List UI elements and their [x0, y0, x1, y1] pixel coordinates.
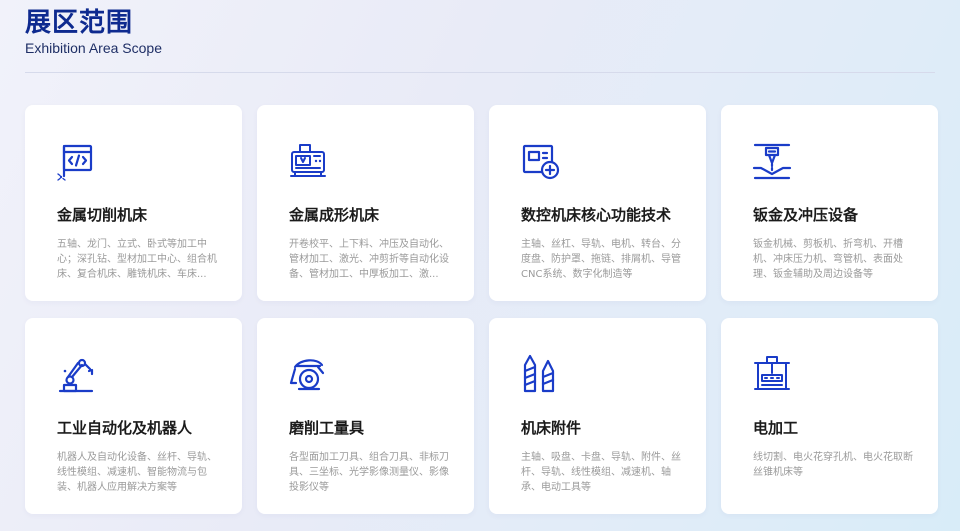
grinder-icon — [287, 353, 329, 395]
card-title: 金属切削机床 — [57, 206, 148, 224]
header-divider — [25, 72, 935, 73]
robot-arm-icon — [55, 353, 97, 395]
card-description: 主轴、吸盘、卡盘、导轨、附件、丝杆、导轨、线性模组、减速机、轴承、电动工具等 — [521, 452, 681, 493]
area-card-sheet-metal[interactable]: 钣金及冲压设备 钣金机械、剪板机、折弯机、开槽机、冲床压力机、弯管机、表面处理、… — [721, 105, 938, 301]
card-description: 主轴、丝杠、导轨、电机、转台、分度盘、防护罩、拖链、排屑机、导管CNC系统、数字… — [521, 239, 681, 280]
card-title: 电加工 — [753, 419, 799, 437]
card-description: 机器人及自动化设备、丝杆、导轨、线性模组、减速机、智能物流与包装、机器人应用解决… — [57, 452, 217, 493]
control-panel-icon — [519, 140, 561, 182]
card-title: 机床附件 — [521, 419, 582, 437]
cnc-machine-icon — [287, 140, 329, 182]
page-subtitle: Exhibition Area Scope — [25, 40, 162, 56]
area-card-grinding-tools[interactable]: 磨削工量具 各型面加工刀具、组合刀具、非标刀具、三坐标、光学影像测量仪、影像投影… — [257, 318, 474, 514]
page-title: 展区范围 — [25, 8, 134, 38]
drill-bit-icon — [519, 353, 561, 395]
card-title: 金属成形机床 — [289, 206, 380, 224]
card-description: 线切割、电火花穿孔机、电火花取断丝锥机床等 — [753, 452, 913, 478]
card-title: 磨削工量具 — [289, 419, 365, 437]
area-card-cnc-core-tech[interactable]: 数控机床核心功能技术 主轴、丝杠、导轨、电机、转台、分度盘、防护罩、拖链、排屑机… — [489, 105, 706, 301]
press-icon — [751, 140, 793, 182]
card-title: 钣金及冲压设备 — [753, 206, 859, 224]
card-description: 各型面加工刀具、组合刀具、非标刀具、三坐标、光学影像测量仪、影像投影仪等 — [289, 452, 449, 493]
area-card-machine-accessories[interactable]: 机床附件 主轴、吸盘、卡盘、导轨、附件、丝杆、导轨、线性模组、减速机、轴承、电动… — [489, 318, 706, 514]
edm-machine-icon — [751, 353, 793, 395]
section-header: 展区范围 Exhibition Area Scope — [25, 6, 162, 56]
card-title: 工业自动化及机器人 — [57, 419, 193, 437]
exhibition-area-grid: 金属切削机床 五轴、龙门、立式、卧式等加工中心；深孔钻、型材加工中心、组合机床、… — [25, 105, 938, 514]
card-description: 五轴、龙门、立式、卧式等加工中心；深孔钻、型材加工中心、组合机床、复合机床、雕铣… — [57, 239, 217, 280]
card-description: 开卷校平、上下料、冲压及自动化、管材加工、激光、冲剪折等自动化设备、管材加工、中… — [289, 239, 449, 280]
card-title: 数控机床核心功能技术 — [521, 206, 672, 224]
area-card-electrical-machining[interactable]: 电加工 线切割、电火花穿孔机、电火花取断丝锥机床等 — [721, 318, 938, 514]
area-card-automation-robotics[interactable]: 工业自动化及机器人 机器人及自动化设备、丝杆、导轨、线性模组、减速机、智能物流与… — [25, 318, 242, 514]
area-card-metal-forming[interactable]: 金属成形机床 开卷校平、上下料、冲压及自动化、管材加工、激光、冲剪折等自动化设备… — [257, 105, 474, 301]
code-window-icon — [55, 140, 97, 182]
area-card-metal-cutting[interactable]: 金属切削机床 五轴、龙门、立式、卧式等加工中心；深孔钻、型材加工中心、组合机床、… — [25, 105, 242, 301]
card-description: 钣金机械、剪板机、折弯机、开槽机、冲床压力机、弯管机、表面处理、钣金辅助及周边设… — [753, 239, 903, 280]
